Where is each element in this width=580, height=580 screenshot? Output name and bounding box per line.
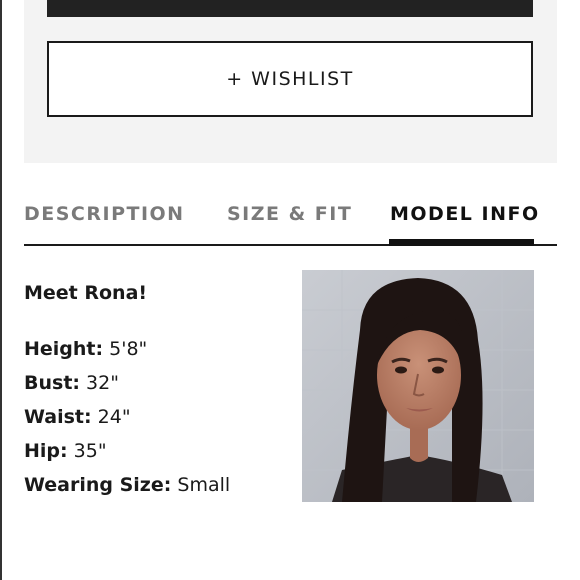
wishlist-button[interactable]: + WISHLIST: [47, 41, 533, 117]
product-page: + WISHLIST DESCRIPTION SIZE & FIT MODEL …: [0, 0, 580, 580]
bust-value: 32": [86, 372, 119, 394]
model-waist: Waist: 24": [24, 400, 294, 434]
add-to-bag-button[interactable]: [47, 0, 533, 17]
tab-description[interactable]: DESCRIPTION: [24, 203, 185, 244]
model-bust: Bust: 32": [24, 366, 294, 400]
model-height: Height: 5'8": [24, 332, 294, 366]
model-wearing-size: Wearing Size: Small: [24, 468, 294, 502]
height-value: 5'8": [109, 338, 148, 360]
hip-label: Hip:: [24, 440, 68, 462]
bust-label: Bust:: [24, 372, 80, 394]
wearing-size-label: Wearing Size:: [24, 474, 172, 496]
left-border: [0, 0, 2, 580]
active-tab-indicator: [389, 239, 534, 246]
model-hip: Hip: 35": [24, 434, 294, 468]
hip-value: 35": [73, 440, 107, 462]
info-tabs: DESCRIPTION SIZE & FIT MODEL INFO: [24, 203, 557, 246]
model-info-panel: Meet Rona! Height: 5'8" Bust: 32" Waist:…: [24, 276, 294, 502]
wearing-size-value: Small: [177, 474, 231, 496]
model-intro: Meet Rona!: [24, 282, 148, 304]
height-label: Height:: [24, 338, 104, 360]
tab-model-info[interactable]: MODEL INFO: [390, 203, 540, 244]
waist-label: Waist:: [24, 406, 92, 428]
model-photo: [302, 270, 534, 502]
waist-value: 24": [97, 406, 131, 428]
tab-size-fit[interactable]: SIZE & FIT: [227, 203, 352, 244]
